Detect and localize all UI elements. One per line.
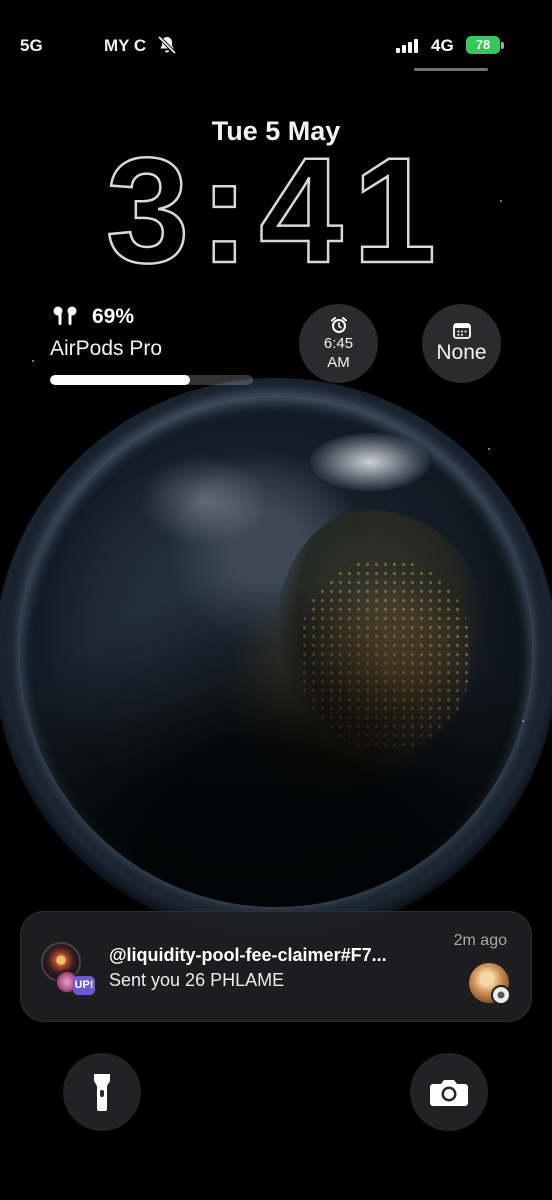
- lockscreen-time-text: 3:41: [106, 150, 446, 275]
- notification-body: Sent you 26 PHLAME: [109, 970, 285, 990]
- network-type: 4G: [431, 36, 454, 55]
- calendar-icon: [452, 322, 471, 339]
- alarm-clock-icon: [330, 316, 347, 333]
- airpods-icon: [53, 306, 77, 325]
- airpods-battery-fill: [50, 375, 191, 385]
- flashlight-button[interactable]: [63, 1053, 141, 1131]
- alarm-period: AM: [327, 353, 350, 371]
- app-badge: UP!: [73, 976, 95, 995]
- north-america: [275, 510, 485, 760]
- camera-button[interactable]: [410, 1053, 488, 1131]
- control-center-hint[interactable]: [414, 68, 488, 71]
- city-lights: [300, 560, 470, 750]
- battery-charging-icon: 78: [466, 36, 500, 54]
- carrier-name: MY C: [104, 36, 147, 55]
- status-bar: 5G MY C 4G 78: [0, 34, 552, 60]
- greenland-ice: [310, 433, 430, 491]
- calendar-status: None: [436, 340, 487, 364]
- cloud-cover: [140, 455, 270, 545]
- airpods-percent: 69%: [92, 305, 135, 328]
- notification-title: @liquidity-pool-fee-claimer#F7...: [109, 945, 387, 965]
- lockscreen-date: Tue 5 May: [211, 116, 341, 146]
- camera-icon: [430, 1080, 468, 1106]
- carrier-label: 5G: [20, 36, 43, 55]
- lockscreen-time: 3:41: [105, 150, 446, 275]
- battery-tip: [501, 42, 504, 49]
- bell-slash-icon: [157, 35, 177, 55]
- airpods-device-name: AirPods Pro: [50, 337, 163, 360]
- flashlight-icon: [94, 1074, 110, 1111]
- alarm-time: 6:45: [323, 334, 354, 352]
- token-chain-icon: [491, 985, 511, 1005]
- battery-level: 78: [475, 37, 491, 52]
- star: [488, 448, 490, 450]
- alarm-widget[interactable]: 6:45 AM: [299, 304, 378, 383]
- notification-timestamp: 2m ago: [453, 932, 507, 949]
- earth-wallpaper: [20, 395, 532, 907]
- calendar-widget[interactable]: None: [422, 304, 501, 383]
- notification-card[interactable]: UP! @liquidity-pool-fee-claimer#F7... Se…: [20, 911, 532, 1022]
- airpods-battery-bar: [50, 375, 253, 385]
- airpods-battery-widget[interactable]: 69% AirPods Pro: [50, 303, 260, 385]
- star: [32, 360, 34, 362]
- signal-bars-icon: [396, 38, 418, 53]
